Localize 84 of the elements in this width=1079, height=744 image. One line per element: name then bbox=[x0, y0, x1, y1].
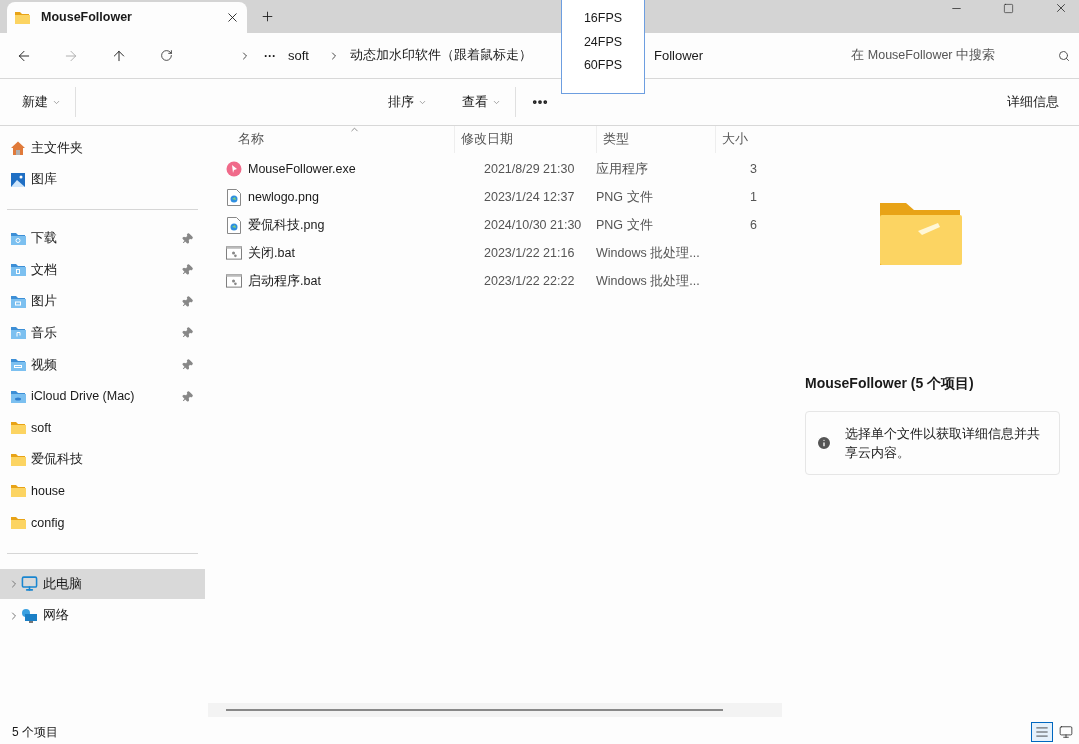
table-cell-text: 2023/1/22 22:22 bbox=[483, 272, 576, 290]
search-field[interactable]: 在 MouseFollower 中搜索 bbox=[851, 46, 995, 65]
window-tab[interactable]: MouseFollower bbox=[7, 2, 247, 33]
more-crumbs[interactable]: ··· bbox=[264, 46, 276, 65]
details-title: MouseFollower (5 个项目) bbox=[805, 374, 975, 393]
file-name[interactable]: 爱侃科技.png bbox=[248, 215, 325, 235]
table-cell-text: 2023/1/22 21:16 bbox=[483, 244, 576, 262]
table-cell-text: PNG 文件 bbox=[596, 216, 654, 234]
breadcrumb[interactable]: Follower bbox=[653, 45, 704, 66]
folder-icon bbox=[10, 421, 26, 436]
scrollbar-thumb[interactable] bbox=[226, 709, 723, 711]
cloud-folder-icon bbox=[10, 389, 26, 404]
breadcrumb[interactable]: soft bbox=[288, 45, 309, 66]
table-cell-text: Windows 批处理... bbox=[596, 244, 701, 262]
file-name[interactable]: newlogo.png bbox=[248, 187, 319, 207]
details-button[interactable]: 详细信息 bbox=[1007, 92, 1059, 112]
toolbar-button[interactable]: 新建 bbox=[22, 92, 61, 112]
folder-icon bbox=[10, 452, 26, 467]
sidebar-item[interactable]: 爱侃科技 bbox=[0, 444, 205, 475]
sidebar-item[interactable]: 下载 bbox=[0, 223, 205, 254]
file-name[interactable]: MouseFollower.exe bbox=[248, 159, 356, 179]
sidebar-item[interactable]: 音乐 bbox=[0, 318, 205, 349]
gallery-icon bbox=[10, 171, 26, 188]
table-cell-text: 2023/1/24 12:37 bbox=[483, 188, 576, 206]
tab-title: MouseFollower bbox=[41, 9, 133, 27]
table-cell-text: PNG 文件 bbox=[596, 188, 654, 206]
home-icon bbox=[10, 140, 26, 156]
folder-icon bbox=[10, 484, 26, 499]
sidebar-item[interactable]: 图库 bbox=[0, 164, 205, 195]
sidebar-item[interactable]: 此电脑 bbox=[0, 568, 205, 599]
menu-item[interactable]: 16FPS bbox=[583, 7, 623, 31]
folder-icon bbox=[877, 201, 962, 267]
network-icon bbox=[21, 607, 38, 624]
info-text: 选择单个文件以获取详细信息并共享云内容。 bbox=[845, 425, 1041, 462]
menu-item[interactable]: 60FPS bbox=[583, 54, 623, 78]
toolbar-button[interactable]: 排序 bbox=[388, 92, 427, 112]
table-cell-text: 2021/8/29 21:30 bbox=[483, 160, 576, 178]
table-cell-text: 1 bbox=[750, 188, 757, 206]
folder-icon bbox=[14, 10, 30, 25]
sidebar-item[interactable]: soft bbox=[0, 413, 205, 444]
table-cell-text: 6 bbox=[750, 216, 757, 234]
file-name[interactable]: 启动程序.bat bbox=[248, 271, 321, 291]
image-file-icon bbox=[227, 188, 241, 206]
file-name[interactable]: 关闭.bat bbox=[248, 243, 295, 263]
menu-item[interactable]: 24FPS bbox=[583, 30, 623, 54]
column-header[interactable]: 类型 bbox=[596, 126, 715, 153]
table-cell-text: Windows 批处理... bbox=[596, 272, 701, 290]
computer-icon bbox=[21, 575, 38, 593]
details-view-button[interactable] bbox=[1031, 722, 1053, 742]
download-folder-icon bbox=[10, 231, 26, 246]
close-icon[interactable] bbox=[1054, 1, 1068, 15]
column-header[interactable]: 名称 bbox=[208, 126, 454, 153]
sidebar-item[interactable]: 主文件夹 bbox=[0, 133, 205, 163]
table-cell-text: 3 bbox=[750, 160, 757, 178]
sidebar-item[interactable]: 文档 bbox=[0, 255, 205, 286]
pictures-folder-icon bbox=[10, 294, 26, 309]
column-header[interactable]: 大小 bbox=[715, 126, 757, 153]
batch-file-icon bbox=[226, 274, 242, 288]
app-icon bbox=[226, 161, 242, 177]
sidebar-item[interactable]: config bbox=[0, 507, 205, 538]
folder-icon bbox=[10, 515, 26, 530]
item-count: 5 个项目 bbox=[12, 724, 58, 741]
sidebar-item[interactable]: iCloud Drive (Mac) bbox=[0, 381, 205, 412]
sidebar-item[interactable]: 图片 bbox=[0, 286, 205, 317]
music-folder-icon bbox=[10, 326, 26, 341]
image-file-icon bbox=[227, 216, 241, 234]
info-icon bbox=[816, 435, 832, 451]
videos-folder-icon bbox=[10, 357, 26, 372]
refresh-icon[interactable] bbox=[160, 49, 173, 62]
list-icon bbox=[1035, 725, 1049, 739]
search-icon[interactable] bbox=[1058, 49, 1070, 62]
close-icon[interactable] bbox=[225, 10, 240, 25]
table-cell-text: 应用程序 bbox=[596, 160, 649, 178]
maximize-icon[interactable] bbox=[1003, 2, 1014, 14]
breadcrumb[interactable]: 动态加水印软件（跟着鼠标走） bbox=[349, 46, 532, 65]
batch-file-icon bbox=[226, 246, 242, 260]
toolbar-button[interactable]: 查看 bbox=[462, 92, 501, 112]
table-cell-text: 2024/10/30 21:30 bbox=[483, 216, 583, 234]
column-header[interactable]: 修改日期 bbox=[454, 126, 596, 153]
sidebar-item[interactable]: house bbox=[0, 476, 205, 507]
sidebar-item[interactable]: 网络 bbox=[0, 600, 205, 631]
new-tab-icon[interactable] bbox=[260, 9, 275, 24]
documents-folder-icon bbox=[10, 263, 26, 278]
sidebar-item[interactable]: 视频 bbox=[0, 349, 205, 380]
